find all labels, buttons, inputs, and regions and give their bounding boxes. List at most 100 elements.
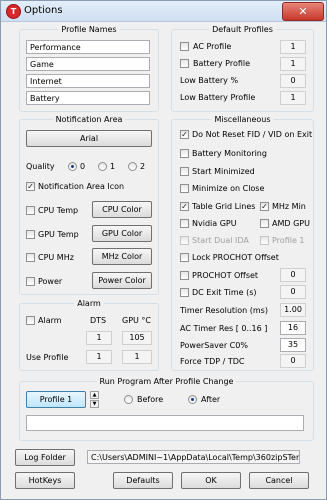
nvidia-gpu-checkbox[interactable] xyxy=(180,219,189,228)
run-program-profile-button[interactable]: Profile 1 xyxy=(26,391,86,408)
mhz-color-button[interactable]: MHz Color xyxy=(92,248,152,265)
profile-spin-up-icon[interactable]: ▲ xyxy=(90,391,99,399)
nvidia-gpu-label: Nvidia GPU xyxy=(192,219,237,228)
dts-header: DTS xyxy=(90,316,107,325)
amd-gpu-checkbox[interactable] xyxy=(260,219,269,228)
force-tdp-value[interactable]: 0 xyxy=(280,354,306,368)
dc-exit-time-value[interactable]: 0 xyxy=(280,285,306,299)
quality-selected-dot xyxy=(71,165,74,168)
lock-prochot-checkbox[interactable] xyxy=(180,253,189,262)
use-profile-dts-value[interactable]: 1 xyxy=(86,350,112,364)
battery-profile-label: Battery Profile xyxy=(193,59,251,68)
quality-option-0: 0 xyxy=(80,162,86,171)
log-folder-button[interactable]: Log Folder xyxy=(15,449,75,466)
force-tdp-label: Force TDP / TDC xyxy=(180,357,245,366)
powersaver-label: PowerSaver C0% xyxy=(180,341,248,350)
alarm-gpu-value[interactable]: 105 xyxy=(122,331,152,345)
profile-names-group: Profile Names Performance Game Internet … xyxy=(19,25,159,112)
use-profile-gpu-value[interactable]: 1 xyxy=(122,350,152,364)
amd-gpu-label: AMD GPU xyxy=(272,219,310,228)
notification-icon-label: Notification Area Icon xyxy=(38,182,125,191)
battery-monitoring-checkbox[interactable] xyxy=(180,149,189,158)
profile-spin-down-icon[interactable]: ▼ xyxy=(90,400,99,408)
quality-label: Quality xyxy=(26,162,55,171)
lock-prochot-label: Lock PROCHOT Offset xyxy=(192,253,279,262)
mhz-min-label: MHz Min xyxy=(272,202,306,211)
miscellaneous-group: Miscellaneous ✓ Do Not Reset FID / VID o… xyxy=(171,115,314,371)
close-button[interactable]: ✕ xyxy=(282,2,324,21)
throttlestop-logo-icon: T xyxy=(6,4,21,19)
start-dual-ida-label: Start Dual IDA xyxy=(192,236,249,245)
battery-profile-value[interactable]: 1 xyxy=(280,57,306,71)
powersaver-value[interactable]: 35 xyxy=(280,338,306,352)
quality-option-2: 2 xyxy=(140,162,146,171)
dc-exit-time-label: DC Exit Time (s) xyxy=(192,288,257,297)
start-minimized-checkbox[interactable] xyxy=(180,167,189,176)
cpu-mhz-label: CPU MHz xyxy=(38,253,74,262)
notification-area-group: Notification Area Arial Quality 0 1 2 ✓ … xyxy=(19,115,159,295)
quality-option-1: 1 xyxy=(110,162,116,171)
profile-name-field-2[interactable]: Game xyxy=(26,57,150,71)
cpu-temp-checkbox[interactable] xyxy=(26,206,35,215)
dc-exit-time-checkbox[interactable] xyxy=(180,288,189,297)
table-grid-lines-label: Table Grid Lines xyxy=(192,202,256,211)
defaults-button[interactable]: Defaults xyxy=(113,472,173,489)
ac-timer-res-value[interactable]: 16 xyxy=(280,321,306,335)
after-selected-dot xyxy=(191,398,194,401)
minimize-on-close-checkbox[interactable] xyxy=(180,184,189,193)
run-program-command-input[interactable] xyxy=(26,415,304,431)
run-program-title: Run Program After Profile Change xyxy=(96,377,237,386)
cpu-color-button[interactable]: CPU Color xyxy=(92,201,152,218)
before-label: Before xyxy=(137,395,164,404)
do-not-reset-checkbox[interactable]: ✓ xyxy=(180,130,189,139)
mhz-min-checkbox[interactable]: ✓ xyxy=(260,202,269,211)
gpu-temp-label: GPU Temp xyxy=(38,230,79,239)
ok-button[interactable]: OK xyxy=(181,472,241,489)
quality-radio-0[interactable] xyxy=(68,162,77,171)
before-radio[interactable] xyxy=(124,395,133,404)
font-button[interactable]: Arial xyxy=(26,130,152,147)
profile-names-title: Profile Names xyxy=(58,25,120,34)
profile-1-checkbox[interactable] xyxy=(260,236,269,245)
quality-radio-1[interactable] xyxy=(98,162,107,171)
power-label: Power xyxy=(38,277,63,286)
alarm-checkbox[interactable] xyxy=(26,316,35,325)
quality-radio-2[interactable] xyxy=(128,162,137,171)
start-minimized-label: Start Minimized xyxy=(192,167,255,176)
ac-profile-checkbox[interactable] xyxy=(180,42,189,51)
window-title: Options xyxy=(24,5,63,16)
battery-monitoring-label: Battery Monitoring xyxy=(192,149,267,158)
cancel-button[interactable]: Cancel xyxy=(249,472,309,489)
gpu-color-button[interactable]: GPU Color xyxy=(92,225,152,242)
cpu-mhz-checkbox[interactable] xyxy=(26,253,35,262)
timer-resolution-label: Timer Resolution (ms) xyxy=(180,306,268,315)
ac-profile-value[interactable]: 1 xyxy=(280,40,306,54)
profile-name-field-3[interactable]: Internet xyxy=(26,74,150,88)
ac-timer-res-label: AC Timer Res [ 0..16 ] xyxy=(180,324,268,333)
alarm-title: Alarm xyxy=(74,299,104,308)
profile-name-field-1[interactable]: Performance xyxy=(26,40,150,54)
low-battery-profile-label: Low Battery Profile xyxy=(180,93,256,102)
alarm-label: Alarm xyxy=(38,316,62,325)
alarm-group: Alarm Alarm DTS GPU °C 1 105 Use Profile… xyxy=(19,299,159,371)
timer-resolution-value[interactable]: 1.00 xyxy=(280,303,306,317)
power-color-button[interactable]: Power Color xyxy=(92,272,152,289)
notification-icon-checkbox[interactable]: ✓ xyxy=(26,182,35,191)
gpu-header: GPU °C xyxy=(122,316,152,325)
profile-1-label: Profile 1 xyxy=(272,236,305,245)
profile-name-field-4[interactable]: Battery xyxy=(26,91,150,105)
table-grid-lines-checkbox[interactable]: ✓ xyxy=(180,202,189,211)
log-path-field[interactable]: C:\Users\ADMINI~1\AppData\Local\Temp\360… xyxy=(87,450,300,464)
after-radio[interactable] xyxy=(188,395,197,404)
alarm-dts-value[interactable]: 1 xyxy=(86,331,112,345)
start-dual-ida-checkbox[interactable] xyxy=(180,236,189,245)
prochot-offset-checkbox[interactable] xyxy=(180,271,189,280)
power-checkbox[interactable] xyxy=(26,277,35,286)
battery-profile-checkbox[interactable] xyxy=(180,59,189,68)
prochot-offset-value[interactable]: 0 xyxy=(280,268,306,282)
low-battery-profile-value[interactable]: 1 xyxy=(280,91,306,105)
title-bar[interactable]: T Options ✕ xyxy=(1,1,326,22)
hotkeys-button[interactable]: HotKeys xyxy=(15,472,75,489)
gpu-temp-checkbox[interactable] xyxy=(26,230,35,239)
low-battery-pct-value[interactable]: 0 xyxy=(280,74,306,88)
